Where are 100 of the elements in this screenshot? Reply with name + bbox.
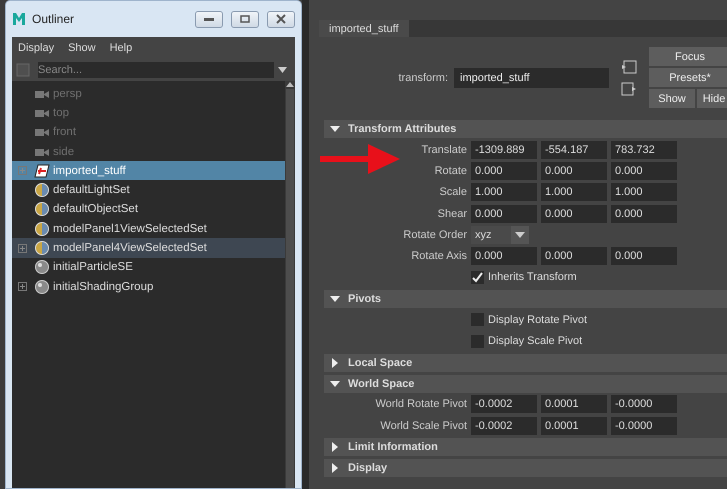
item-label: initialParticleSE <box>53 261 133 274</box>
value-field[interactable]: 0.0001 <box>541 395 607 414</box>
collapse-icon[interactable] <box>330 124 340 134</box>
expand-icon[interactable] <box>18 282 27 292</box>
presets-button[interactable]: Presets* <box>649 68 727 87</box>
outliner-item[interactable]: initialShadingGroup <box>12 276 285 296</box>
item-label: defaultLightSet <box>53 184 130 196</box>
item-label: front <box>53 126 76 138</box>
set-icon <box>34 183 50 198</box>
expand-icon[interactable] <box>18 244 27 253</box>
load-output-icon[interactable] <box>621 82 637 96</box>
section-title: Display <box>348 462 388 474</box>
section-header[interactable]: Display <box>324 459 727 478</box>
attribute-label: World Scale Pivot <box>379 420 467 432</box>
value-field[interactable]: 0.000 <box>541 204 607 223</box>
minimize-icon <box>203 16 215 22</box>
outliner-item[interactable]: defaultObjectSet <box>12 200 285 220</box>
window-title: Outliner <box>32 12 76 26</box>
value-field[interactable]: 0.000 <box>471 204 537 223</box>
value-field[interactable]: -554.187 <box>541 140 607 159</box>
value-field[interactable]: 1.000 <box>471 183 537 202</box>
attribute-label: World Rotate Pivot <box>374 398 467 410</box>
menu-item[interactable]: Display <box>18 42 54 54</box>
section-title: Transform Attributes <box>348 123 456 135</box>
value-field[interactable]: 0.000 <box>471 247 537 266</box>
node-name-field[interactable]: imported_stuff <box>454 68 609 88</box>
menu-item[interactable]: Show <box>68 42 96 54</box>
value-field[interactable]: 0.000 <box>541 247 607 266</box>
transform-node-icon <box>34 164 50 178</box>
value-field[interactable]: -0.0002 <box>471 395 537 414</box>
collapse-icon[interactable] <box>330 378 340 389</box>
expand-icon[interactable] <box>330 442 340 452</box>
set-icon <box>34 202 50 216</box>
minimize-button[interactable] <box>195 10 223 28</box>
value-field[interactable]: -0.0000 <box>611 395 677 414</box>
section-header[interactable]: Local Space <box>324 354 727 372</box>
outliner-item[interactable]: imported_stuff <box>12 161 285 180</box>
hide-button[interactable]: Hide <box>697 89 727 108</box>
value-field[interactable]: 1.000 <box>541 183 607 202</box>
maximize-button[interactable] <box>231 10 259 28</box>
value-field[interactable]: 1.000 <box>611 183 677 202</box>
set-icon <box>34 222 50 236</box>
item-label: top <box>53 106 69 119</box>
section-header[interactable]: Pivots <box>324 290 727 308</box>
expand-icon[interactable] <box>330 463 340 474</box>
value-field[interactable]: 0.000 <box>541 162 607 180</box>
attribute-label: Scale <box>438 186 467 198</box>
value-field[interactable]: 0.000 <box>471 162 537 180</box>
section-header[interactable]: Limit Information <box>324 438 727 456</box>
checkbox-label: Inherits Transform <box>488 271 577 284</box>
value-field[interactable]: -0.0002 <box>471 416 537 435</box>
item-label: modelPanel1ViewSelectedSet <box>53 222 207 235</box>
shading-group-icon <box>34 280 50 294</box>
value-field[interactable]: -0.0000 <box>611 416 677 435</box>
item-label: persp <box>53 88 82 100</box>
value-field[interactable]: 0.000 <box>611 204 677 223</box>
show-button[interactable]: Show <box>649 89 695 108</box>
section-title: World Space <box>348 378 414 390</box>
section-title: Local Space <box>348 356 412 369</box>
value-field[interactable]: 0.000 <box>611 162 677 180</box>
outliner-item[interactable]: initialParticleSE <box>12 258 285 277</box>
attribute-label: Shear <box>436 208 467 220</box>
checkbox[interactable] <box>471 270 484 284</box>
attribute-label: Rotate <box>434 164 467 177</box>
attribute-label: Rotate Order <box>402 228 467 241</box>
item-label: side <box>53 146 74 158</box>
value-field[interactable]: 0.000 <box>611 247 677 266</box>
focus-button[interactable]: Focus <box>649 47 727 66</box>
outliner-item[interactable]: modelPanel1ViewSelectedSet <box>12 219 285 238</box>
node-tab[interactable]: imported_stuff <box>319 20 409 37</box>
value-field[interactable]: 0.0001 <box>541 416 607 435</box>
item-label: modelPanel4ViewSelectedSet <box>53 242 207 254</box>
attribute-label: Translate <box>420 144 467 156</box>
caret-icon <box>515 232 525 238</box>
item-label: defaultObjectSet <box>53 203 138 216</box>
dropdown-caret-icon[interactable] <box>278 67 287 73</box>
scrollbar-thumb[interactable] <box>286 89 294 488</box>
expand-icon[interactable] <box>330 358 340 368</box>
load-input-icon[interactable] <box>621 60 637 74</box>
shading-group-icon <box>34 260 50 274</box>
section-header[interactable]: World Space <box>324 374 727 393</box>
maximize-icon <box>239 14 251 24</box>
logo-icon <box>12 12 26 26</box>
set-icon <box>34 241 50 256</box>
search-field[interactable]: Search... <box>38 62 274 78</box>
menu-item[interactable]: Help <box>110 42 132 54</box>
outliner-item[interactable]: modelPanel4ViewSelectedSet <box>12 238 285 258</box>
section-header[interactable]: Transform Attributes <box>324 120 727 138</box>
checkbox[interactable] <box>471 334 484 348</box>
checkbox-label: Display Rotate Pivot <box>488 314 588 326</box>
value-field[interactable]: 783.732 <box>611 140 677 159</box>
value-field[interactable]: -1309.889 <box>471 140 537 159</box>
rotate-order-dropdown[interactable]: xyz <box>471 226 529 244</box>
outliner-item[interactable]: defaultLightSet <box>12 180 285 200</box>
item-label: initialShadingGroup <box>53 280 154 293</box>
collapse-icon[interactable] <box>330 294 340 304</box>
close-button[interactable] <box>267 10 295 28</box>
section-title: Pivots <box>348 293 382 306</box>
item-label: imported_stuff <box>53 164 126 177</box>
checkbox[interactable] <box>471 313 484 326</box>
